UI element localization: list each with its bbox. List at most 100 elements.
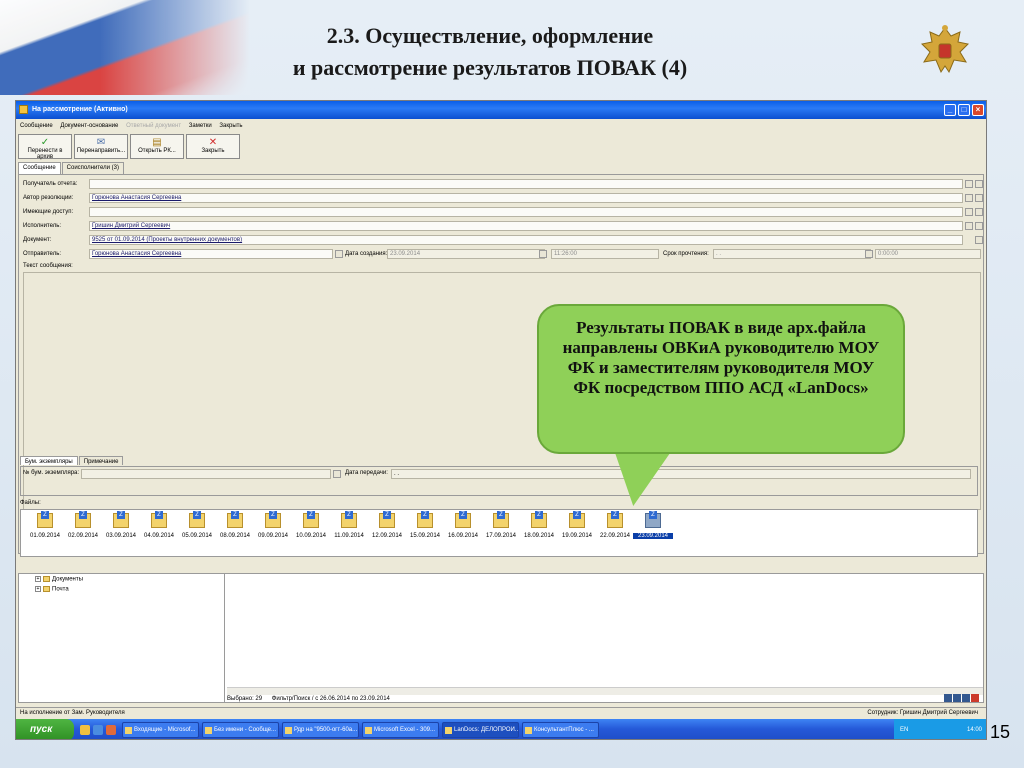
- redirect-button-label: Перенаправить...: [76, 148, 126, 154]
- list-icon[interactable]: [975, 236, 983, 244]
- quick-launch-icon[interactable]: [93, 725, 103, 735]
- filter-status: Фильтр/Поиск / с 26.06.2014 по 23.09.201…: [271, 696, 390, 702]
- file-item[interactable]: 16.09.2014: [443, 511, 483, 539]
- list-icon[interactable]: [975, 208, 983, 216]
- deadline-date-value: . .: [716, 251, 722, 257]
- task-message[interactable]: Без имени - Сообще...: [202, 722, 279, 738]
- close-window-button[interactable]: ×: [972, 104, 984, 116]
- file-item[interactable]: 23.09.2014: [633, 511, 673, 539]
- file-item[interactable]: 19.09.2014: [557, 511, 597, 539]
- tab-message[interactable]: Сообщение: [18, 162, 61, 174]
- file-name: 19.09.2014: [561, 533, 593, 539]
- file-item[interactable]: 11.09.2014: [329, 511, 369, 539]
- created-date-value: 23.09.2014: [390, 251, 421, 257]
- window-icon[interactable]: [953, 694, 961, 702]
- message-tabs: Сообщение Соисполнители (3): [18, 162, 125, 174]
- list-icon[interactable]: [975, 194, 983, 202]
- file-item[interactable]: 05.09.2014: [177, 511, 217, 539]
- pick-icon[interactable]: [965, 208, 973, 216]
- sender-field[interactable]: Горюнова Анастасия Сергеевна: [89, 249, 333, 259]
- tile-icon[interactable]: [962, 694, 970, 702]
- file-item[interactable]: 03.09.2014: [101, 511, 141, 539]
- tree-item-mail[interactable]: + Почта: [35, 586, 224, 596]
- quick-launch-icon[interactable]: [106, 725, 116, 735]
- tab-coexecutors[interactable]: Соисполнители (3): [61, 162, 124, 174]
- document-field[interactable]: 9525 от 01.09.2014 (Проекты внутренних д…: [89, 235, 963, 245]
- tree-item-label: Почта: [52, 586, 69, 593]
- created-time-field[interactable]: 11:26:00: [551, 249, 659, 259]
- file-item[interactable]: 08.09.2014: [215, 511, 255, 539]
- open-card-button-label: Открыть РК...: [138, 148, 176, 154]
- redirect-button[interactable]: ✉ Перенаправить...: [74, 134, 128, 159]
- pick-icon[interactable]: [965, 180, 973, 188]
- menu-notes[interactable]: Заметки: [189, 123, 212, 129]
- tree-item-documents[interactable]: + Документы: [35, 576, 224, 586]
- recipient-field[interactable]: [89, 179, 963, 189]
- pick-icon[interactable]: [965, 194, 973, 202]
- minimize-button[interactable]: _: [944, 104, 956, 116]
- deadline-time-field[interactable]: 0:00:00: [875, 249, 981, 259]
- author-field[interactable]: Горюнова Анастасия Сергеевна: [89, 193, 963, 203]
- start-button[interactable]: пуск: [16, 719, 74, 739]
- file-item[interactable]: 15.09.2014: [405, 511, 445, 539]
- list-icon[interactable]: [975, 222, 983, 230]
- selected-count: Выбрано: 29: [227, 696, 263, 702]
- status-bar: На исполнение от Зам. Руководителя Сотру…: [16, 707, 986, 718]
- file-item[interactable]: 22.09.2014: [595, 511, 635, 539]
- tab-paper-copies[interactable]: Бум. экземпляры: [20, 456, 78, 465]
- calendar-icon[interactable]: [539, 250, 547, 258]
- task-landocs[interactable]: LanDocs: ДЕЛОПРОИ...: [442, 722, 519, 738]
- file-name: 10.09.2014: [295, 533, 327, 539]
- archive-button[interactable]: ✓ Перенести в архив: [18, 134, 72, 160]
- file-item[interactable]: 18.09.2014: [519, 511, 559, 539]
- file-item[interactable]: 09.09.2014: [253, 511, 293, 539]
- check-icon: ✓: [40, 137, 50, 148]
- tab-note[interactable]: Примечание: [78, 456, 124, 465]
- archive-file-icon: [37, 511, 53, 528]
- file-item[interactable]: 10.09.2014: [291, 511, 331, 539]
- menu-message[interactable]: Сообщение: [20, 123, 53, 129]
- language-indicator[interactable]: EN: [900, 727, 908, 739]
- lower-tabs: Бум. экземпляры Примечание: [20, 456, 124, 465]
- file-item[interactable]: 02.09.2014: [63, 511, 103, 539]
- copy-number-label: № бум. экземпляра:: [23, 470, 80, 476]
- close-icon[interactable]: [971, 694, 979, 702]
- transfer-date-field[interactable]: . .: [391, 469, 971, 479]
- menu-close[interactable]: Закрыть: [219, 123, 242, 129]
- menu-reply-document[interactable]: Ответный документ: [126, 123, 181, 129]
- transfer-date-label: Дата передачи:: [345, 470, 388, 476]
- task-excel[interactable]: Microsoft Excel - 309...: [362, 722, 439, 738]
- pick-icon[interactable]: [335, 250, 343, 258]
- list-status: Выбрано: 29 Фильтр/Поиск / с 26.06.2014 …: [227, 696, 398, 702]
- list-icon[interactable]: [975, 180, 983, 188]
- pick-icon[interactable]: [965, 222, 973, 230]
- quick-launch-icon[interactable]: [80, 725, 90, 735]
- expand-icon[interactable]: +: [35, 576, 41, 582]
- task-pdf[interactable]: Рдр на "9500-огт-60а...: [282, 722, 359, 738]
- file-item[interactable]: 17.09.2014: [481, 511, 521, 539]
- task-consultant[interactable]: КонсультантПлюс - ...: [522, 722, 599, 738]
- maximize-button[interactable]: □: [958, 104, 970, 116]
- file-item[interactable]: 01.09.2014: [25, 511, 65, 539]
- horizontal-scrollbar[interactable]: [227, 687, 983, 695]
- access-label: Имеющие доступ:: [23, 209, 74, 215]
- calendar-icon[interactable]: [865, 250, 873, 258]
- file-item[interactable]: 12.09.2014: [367, 511, 407, 539]
- menu-base-document[interactable]: Документ-основание: [60, 123, 118, 129]
- file-item[interactable]: 04.09.2014: [139, 511, 179, 539]
- created-date-field[interactable]: 23.09.2014: [387, 249, 545, 259]
- task-inbox[interactable]: Входящие - Microsof...: [122, 722, 199, 738]
- file-name: 18.09.2014: [523, 533, 555, 539]
- deadline-time-value: 0:00:00: [878, 251, 899, 257]
- open-card-button[interactable]: ▤ Открыть РК...: [130, 134, 184, 159]
- network-icon[interactable]: [944, 694, 952, 702]
- pick-icon[interactable]: [333, 470, 341, 478]
- file-name: 23.09.2014: [633, 533, 673, 539]
- expand-icon[interactable]: +: [35, 586, 41, 592]
- access-field[interactable]: [89, 207, 963, 217]
- close-button[interactable]: ✕ Закрыть: [186, 134, 240, 159]
- copy-number-field[interactable]: [81, 469, 331, 479]
- executor-field[interactable]: Гришин Дмитрий Сергеевич: [89, 221, 963, 231]
- file-name: 01.09.2014: [29, 533, 61, 539]
- deadline-date-field[interactable]: . .: [713, 249, 871, 259]
